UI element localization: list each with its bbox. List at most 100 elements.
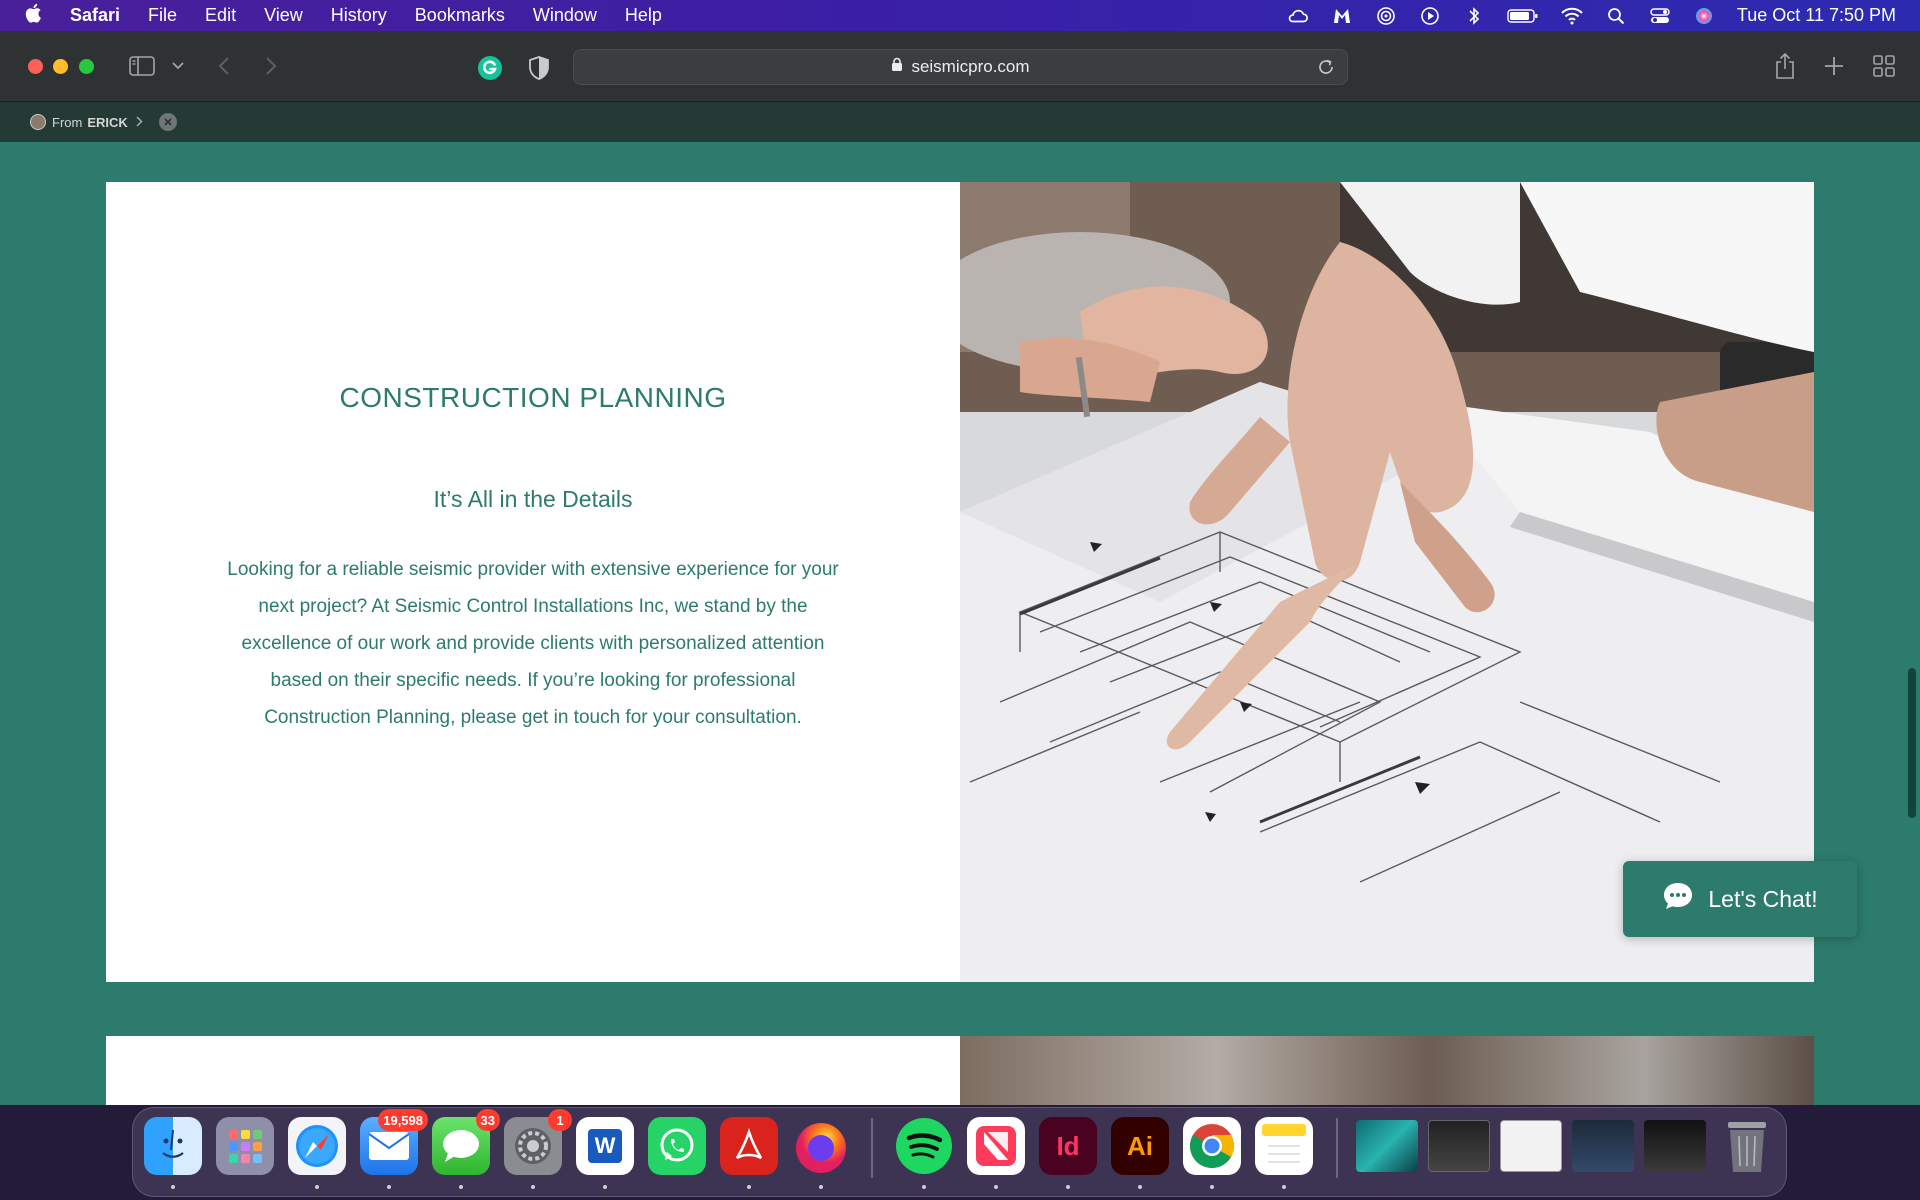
menu-bar: Safari File Edit View History Bookmarks … — [0, 0, 1920, 31]
mail-badge: 19,598 — [378, 1109, 428, 1131]
window-minimize-button[interactable] — [53, 59, 68, 74]
menu-app-name[interactable]: Safari — [50, 5, 134, 26]
menu-edit[interactable]: Edit — [191, 5, 250, 26]
spotify-icon[interactable] — [895, 1117, 953, 1175]
back-icon[interactable] — [214, 53, 234, 79]
url-text: seismicpro.com — [911, 57, 1030, 76]
safari-icon[interactable] — [288, 1117, 346, 1175]
lets-chat-button[interactable]: Let's Chat! — [1623, 861, 1857, 937]
control-center-icon[interactable] — [1649, 5, 1671, 27]
spotify-running-indicator — [922, 1185, 926, 1189]
sidebar-toggle-icon[interactable] — [128, 53, 156, 79]
share-icon[interactable] — [1772, 51, 1798, 81]
menu-bookmarks[interactable]: Bookmarks — [401, 5, 519, 26]
trash-icon[interactable] — [1718, 1117, 1776, 1175]
word-icon[interactable]: W — [576, 1117, 634, 1175]
close-icon[interactable] — [158, 113, 177, 131]
spotlight-search-icon[interactable] — [1605, 5, 1627, 27]
apple-menu-icon[interactable] — [0, 3, 50, 29]
browser-toolbar: seismicpro.com — [0, 31, 1920, 102]
minimized-window-thumbnail[interactable] — [1500, 1120, 1562, 1172]
section-text-panel: CONSTRUCTION PLANNING It’s All in the De… — [106, 182, 960, 982]
new-tab-icon[interactable] — [1822, 53, 1846, 79]
siri-icon[interactable] — [1693, 5, 1715, 27]
address-bar[interactable]: seismicpro.com — [573, 49, 1348, 85]
malwarebytes-icon[interactable] — [1331, 5, 1353, 27]
news-icon[interactable] — [967, 1117, 1025, 1175]
finder-icon[interactable] — [144, 1117, 202, 1175]
indesign-running-indicator — [1066, 1185, 1070, 1189]
settings-badge: 1 — [548, 1109, 572, 1131]
web-page: CONSTRUCTION PLANNING It’s All in the De… — [0, 142, 1920, 1105]
illustrator-icon[interactable]: Ai — [1111, 1117, 1169, 1175]
menu-window[interactable]: Window — [519, 5, 611, 26]
mail-running-indicator — [387, 1185, 391, 1189]
section-title: CONSTRUCTION PLANNING — [339, 382, 727, 413]
whatsapp-icon[interactable] — [648, 1117, 706, 1175]
bluetooth-icon[interactable] — [1463, 5, 1485, 27]
window-close-button[interactable] — [28, 59, 43, 74]
acrobat-icon[interactable] — [720, 1117, 778, 1175]
menu-clock[interactable]: Tue Oct 11 7:50 PM — [1737, 5, 1896, 26]
construction-planning-section: CONSTRUCTION PLANNING It’s All in the De… — [106, 182, 1814, 982]
illustrator-running-indicator — [1138, 1185, 1142, 1189]
system-preferences-icon[interactable]: 1 — [504, 1109, 572, 1175]
minimized-window-thumbnail[interactable] — [1428, 1120, 1490, 1172]
window-zoom-button[interactable] — [79, 59, 94, 74]
page-scrollbar[interactable] — [1908, 668, 1916, 818]
next-section-photo — [960, 1036, 1814, 1105]
menu-help[interactable]: Help — [611, 5, 676, 26]
section-subtitle: It’s All in the Details — [433, 486, 633, 512]
menu-file[interactable]: File — [134, 5, 191, 26]
firefox-icon[interactable] — [792, 1117, 850, 1175]
minimized-window-thumbnail[interactable] — [1356, 1120, 1418, 1172]
wifi-icon[interactable] — [1561, 5, 1583, 27]
privacy-shield-icon[interactable] — [527, 55, 551, 81]
acrobat-running-indicator — [747, 1185, 751, 1189]
minimized-window-thumbnail[interactable] — [1572, 1120, 1634, 1172]
menu-view[interactable]: View — [250, 5, 317, 26]
lock-icon — [891, 57, 903, 77]
from-name[interactable]: ERICK — [87, 115, 127, 130]
status-area: Tue Oct 11 7:50 PM — [1287, 5, 1920, 27]
grammarly-icon[interactable] — [476, 54, 504, 82]
chrome-icon[interactable] — [1183, 1117, 1241, 1175]
play-icon[interactable] — [1419, 5, 1441, 27]
messages-badge: 33 — [475, 1109, 500, 1131]
menu-history[interactable]: History — [317, 5, 401, 26]
forward-icon[interactable] — [261, 53, 281, 79]
avatar — [30, 114, 46, 130]
settings-running-indicator — [531, 1185, 535, 1189]
notes-icon[interactable] — [1255, 1117, 1313, 1175]
cloud-sync-icon[interactable] — [1287, 5, 1309, 27]
airdrop-icon[interactable] — [1375, 5, 1397, 27]
safari-running-indicator — [315, 1185, 319, 1189]
battery-icon[interactable] — [1507, 5, 1539, 27]
minimized-window-thumbnail[interactable] — [1644, 1120, 1706, 1172]
reload-icon[interactable] — [1317, 58, 1335, 81]
messages-running-indicator — [459, 1185, 463, 1189]
firefox-running-indicator — [819, 1185, 823, 1189]
chevron-down-icon[interactable] — [170, 57, 186, 75]
word-letter: W — [588, 1129, 622, 1163]
shared-with-you-bar: From ERICK — [0, 102, 1920, 142]
launchpad-icon[interactable] — [216, 1117, 274, 1175]
chevron-right-icon[interactable] — [136, 115, 143, 130]
chat-bubble-icon — [1662, 881, 1694, 917]
word-running-indicator — [603, 1185, 607, 1189]
chat-label: Let's Chat! — [1708, 885, 1818, 912]
dock-separator — [1336, 1118, 1338, 1178]
dock-separator — [871, 1118, 873, 1178]
notes-running-indicator — [1282, 1185, 1286, 1189]
illustrator-label: Ai — [1127, 1130, 1153, 1161]
indesign-icon[interactable]: Id — [1039, 1117, 1097, 1175]
chrome-running-indicator — [1210, 1185, 1214, 1189]
indesign-label: Id — [1056, 1130, 1080, 1161]
next-section-text-panel — [106, 1036, 960, 1105]
next-section-preview — [106, 1036, 1814, 1105]
mail-icon[interactable]: 19,598 — [360, 1109, 428, 1175]
news-running-indicator — [994, 1185, 998, 1189]
messages-icon[interactable]: 33 — [432, 1109, 500, 1175]
tab-overview-icon[interactable] — [1872, 53, 1896, 79]
section-body: Looking for a reliable seismic provider … — [227, 559, 839, 728]
